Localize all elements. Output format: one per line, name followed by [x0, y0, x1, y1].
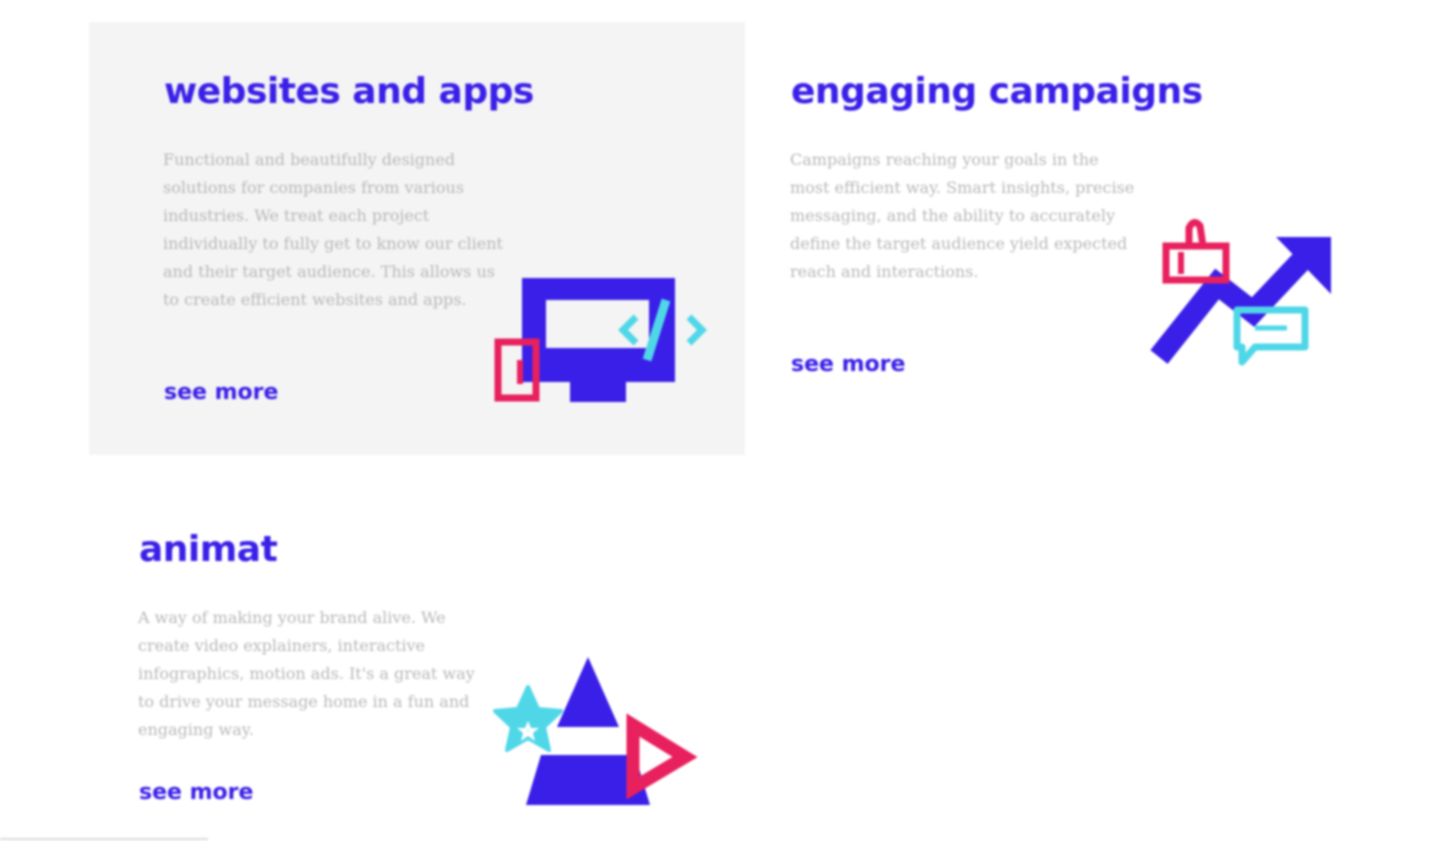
service-card-websites: websites and apps Functional and beautif… — [89, 22, 745, 455]
service-description: Campaigns reaching your goals in the mos… — [790, 150, 1135, 281]
services-page: websites and apps Functional and beautif… — [0, 0, 1446, 841]
service-title: engaging campaigns — [791, 71, 1203, 112]
see-more-link[interactable]: see more — [164, 382, 278, 404]
service-title: websites and apps — [164, 71, 534, 112]
see-more-link[interactable]: see more — [791, 354, 905, 376]
see-more-link[interactable]: see more — [139, 782, 253, 804]
service-card-animation: animat A way of making your brand alive.… — [64, 480, 720, 830]
monitor-code-icon — [494, 278, 707, 402]
service-description: Functional and beautifully designed solu… — [163, 150, 503, 309]
service-description: A way of making your brand alive. We cre… — [138, 608, 475, 739]
service-title: animat — [139, 529, 278, 570]
service-card-campaigns: engaging campaigns Campaigns reaching yo… — [745, 22, 1401, 455]
growth-chart-icon — [1150, 219, 1331, 366]
divider — [0, 838, 208, 840]
play-shapes-icon — [493, 657, 698, 805]
